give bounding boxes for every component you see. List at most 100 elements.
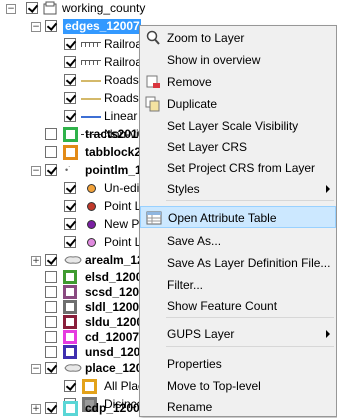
legend-label: Railroad <box>104 37 140 51</box>
layer-checkbox[interactable] <box>45 20 57 32</box>
menu-item-label: Set Layer CRS <box>167 140 248 154</box>
menu-item-open-attribute-table[interactable]: Open Attribute Table <box>140 206 336 228</box>
menu-item-label: Properties <box>167 357 222 371</box>
legend-checkbox[interactable] <box>64 380 76 392</box>
layer-checkbox[interactable] <box>45 254 57 266</box>
legend-label: Linear Water <box>104 109 140 123</box>
menu-item-save-as-layer-definition-file[interactable]: Save As Layer Definition File... <box>140 252 336 274</box>
layer-checkbox[interactable] <box>45 164 57 176</box>
menu-item-zoom-to-layer[interactable]: Zoom to Layer <box>140 27 336 49</box>
menu-item-label: Show Feature Count <box>167 299 278 313</box>
menu-item-label: Set Layer Scale Visibility <box>167 119 299 133</box>
point-symbol-icon <box>87 202 96 211</box>
menu-item-rename[interactable]: Rename <box>140 396 336 418</box>
collapse-toggle[interactable]: − <box>31 364 41 374</box>
fill-symbol <box>63 300 77 314</box>
legend-checkbox[interactable] <box>64 74 76 86</box>
legend-label: Roads <box>104 91 139 105</box>
menu-item-show-in-overview[interactable]: Show in overview <box>140 49 336 71</box>
menu-item-label: Set Project CRS from Layer <box>167 161 316 175</box>
tree-item-label: sldl_12007 <box>85 300 141 314</box>
menu-item-label: Rename <box>167 400 213 414</box>
menu-item-filter[interactable]: Filter... <box>140 274 336 296</box>
tree-item-label: edges_12007 <box>63 19 141 34</box>
layer-checkbox[interactable] <box>45 128 57 140</box>
legend-label: Roads <box>104 73 139 87</box>
table-icon <box>146 210 162 226</box>
layer-context-menu: Zoom to Layer Show in overview Remove Dupli… <box>139 25 337 417</box>
menu-item-gups-layer[interactable]: GUPS Layer <box>140 323 336 345</box>
legend-checkbox[interactable] <box>64 110 76 122</box>
tree-item-label: unsd_12007 <box>85 345 141 359</box>
legend-checkbox[interactable] <box>64 218 76 230</box>
menu-item-set-layer-scale-visibility[interactable]: Set Layer Scale Visibility <box>140 115 336 137</box>
legend-checkbox[interactable] <box>64 56 76 68</box>
line-symbol-icon <box>81 80 101 82</box>
line-symbol-icon <box>81 60 101 65</box>
menu-item-set-layer-crs[interactable]: Set Layer CRS <box>140 136 336 158</box>
legend-checkbox[interactable] <box>64 38 76 50</box>
collapse-toggle[interactable]: − <box>31 22 41 32</box>
layer-checkbox[interactable] <box>45 271 57 283</box>
legend-checkbox[interactable] <box>64 236 76 248</box>
menu-item-label: Save As Layer Definition File... <box>167 256 331 270</box>
tree-item-label: working_county <box>62 1 146 15</box>
submenu-arrow-icon <box>326 185 330 193</box>
fill-symbol <box>63 270 77 284</box>
tree-item-label: tracts2010 <box>85 127 145 141</box>
menu-item-label: Open Attribute Table <box>168 211 277 225</box>
menu-item-remove[interactable]: Remove <box>140 71 336 93</box>
fill-symbol <box>63 145 78 160</box>
menu-separator <box>166 346 334 347</box>
menu-item-label: Save As... <box>167 234 222 248</box>
fill-symbol <box>63 345 77 359</box>
tree-item-label: cd_12007 <box>85 330 140 344</box>
menu-item-set-project-crs-from-layer[interactable]: Set Project CRS from Layer <box>140 157 336 179</box>
collapse-toggle[interactable]: − <box>6 4 16 14</box>
menu-separator <box>166 317 334 318</box>
menu-item-move-to-top-level[interactable]: Move to Top-level <box>140 375 336 397</box>
menu-item-properties[interactable]: Properties <box>140 353 336 375</box>
layer-checkbox[interactable] <box>45 316 57 328</box>
point-symbol-icon <box>87 238 96 247</box>
legend-label: New Point <box>104 217 140 231</box>
point-symbol-icon <box>87 220 96 229</box>
menu-separator <box>166 200 334 201</box>
layer-checkbox[interactable] <box>45 286 57 298</box>
menu-item-styles[interactable]: Styles <box>140 178 336 200</box>
menu-item-save-as[interactable]: Save As... <box>140 230 336 252</box>
layer-checkbox[interactable] <box>26 2 38 14</box>
layer-checkbox[interactable] <box>45 301 57 313</box>
tree-group-working-county[interactable]: − working_county <box>0 0 337 18</box>
collapse-toggle[interactable]: − <box>31 166 41 176</box>
menu-item-label: Zoom to Layer <box>167 31 245 45</box>
fill-symbol <box>63 285 77 299</box>
menu-item-label: GUPS Layer <box>167 327 235 341</box>
line-symbol-icon <box>81 98 101 100</box>
menu-item-duplicate[interactable]: Duplicate <box>140 93 336 115</box>
tree-item-label: scsd_12007 <box>85 285 141 299</box>
layer-checkbox[interactable] <box>45 402 57 414</box>
legend-label: Railroad <box>104 55 140 69</box>
legend-label: All Places <box>104 379 142 393</box>
menu-item-label: Duplicate <box>167 97 218 111</box>
expand-toggle[interactable]: + <box>31 256 41 266</box>
fill-symbol <box>63 401 78 416</box>
expand-toggle[interactable]: + <box>31 404 41 414</box>
layer-checkbox[interactable] <box>45 346 57 358</box>
tree-item-label: elsd_12007 <box>85 270 141 284</box>
legend-label: Point Landmark <box>104 235 140 249</box>
legend-checkbox[interactable] <box>64 92 76 104</box>
layer-checkbox[interactable] <box>45 331 57 343</box>
layer-checkbox[interactable] <box>45 146 57 158</box>
legend-checkbox[interactable] <box>64 182 76 194</box>
line-symbol-icon <box>81 42 101 47</box>
menu-item-label: Styles <box>167 182 200 196</box>
menu-item-label: Remove <box>167 75 212 89</box>
layer-checkbox[interactable] <box>45 362 57 374</box>
zoom-icon <box>145 30 161 46</box>
line-symbol-icon <box>81 116 101 118</box>
menu-item-label: Filter... <box>167 278 204 292</box>
legend-checkbox[interactable] <box>64 200 76 212</box>
menu-item-show-feature-count[interactable]: Show Feature Count <box>140 295 336 317</box>
